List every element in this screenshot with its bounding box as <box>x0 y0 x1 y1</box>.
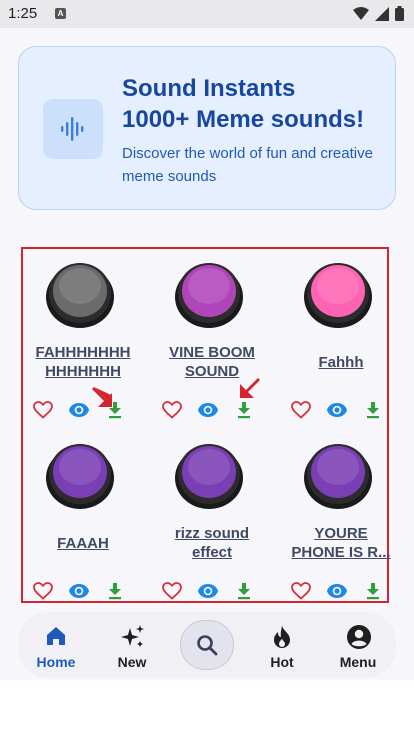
sound-actions <box>152 580 272 602</box>
nav-new[interactable]: New <box>102 620 162 674</box>
annotation-arrow-icon <box>92 387 112 407</box>
banner-title-line1: Sound Instants <box>122 75 296 102</box>
sim-icon: A <box>55 8 66 19</box>
download-icon <box>238 583 250 600</box>
sound-play-button[interactable] <box>303 440 373 510</box>
fire-icon <box>274 625 290 648</box>
eye-icon <box>198 403 218 417</box>
download-button[interactable] <box>233 580 255 602</box>
sound-label[interactable]: rizz sound effect <box>152 524 272 562</box>
nav-menu[interactable]: Menu <box>328 620 388 674</box>
sound-actions <box>281 580 401 602</box>
nav-new-label: New <box>117 654 147 670</box>
eye-icon <box>198 584 218 598</box>
sound-label[interactable]: YOURE PHONE IS R... <box>281 524 401 562</box>
sound-card: YOURE PHONE IS R... <box>281 430 401 606</box>
download-button[interactable] <box>362 580 384 602</box>
sound-card: Fahhh <box>281 249 401 425</box>
favorite-button[interactable] <box>290 580 312 602</box>
eye-icon <box>69 403 89 417</box>
eye-icon <box>327 403 347 417</box>
nav-menu-label: Menu <box>339 654 377 670</box>
sound-play-button[interactable] <box>174 440 244 510</box>
banner-subtitle: Discover the world of fun and creative m… <box>122 145 373 185</box>
sound-card: rizz sound effect <box>152 430 272 606</box>
favorite-button[interactable] <box>290 399 312 421</box>
view-button[interactable] <box>326 399 348 421</box>
favorite-button[interactable] <box>32 580 54 602</box>
sound-label[interactable]: FAHHHHHHH HHHHHHH <box>23 343 143 381</box>
search-button[interactable] <box>180 620 234 670</box>
download-icon <box>109 583 121 600</box>
sound-actions <box>23 399 143 421</box>
view-button[interactable] <box>68 580 90 602</box>
nav-home[interactable]: Home <box>26 620 86 674</box>
battery-icon <box>395 6 404 21</box>
download-icon <box>367 583 379 600</box>
sound-label[interactable]: FAAAH <box>23 534 143 553</box>
signal-icon <box>375 6 389 21</box>
view-button[interactable] <box>326 580 348 602</box>
banner-title-line2: 1000+ Meme sounds! <box>122 106 365 133</box>
view-button[interactable] <box>197 399 219 421</box>
sound-play-button[interactable] <box>45 259 115 329</box>
sound-grid: FAHHHHHHH HHHHHHH VINE BOOM SOUND Fahhh … <box>21 247 391 606</box>
heart-icon <box>162 401 182 419</box>
account-icon <box>347 625 371 649</box>
download-icon <box>367 402 379 419</box>
heart-icon <box>33 582 53 600</box>
sound-actions <box>281 399 401 421</box>
sound-play-button[interactable] <box>45 440 115 510</box>
sound-label[interactable]: Fahhh <box>281 353 401 372</box>
promo-banner: Sound Instants 1000+ Meme sounds! Discov… <box>18 46 396 210</box>
eye-icon <box>327 584 347 598</box>
sound-actions <box>152 399 272 421</box>
search-icon <box>197 635 218 656</box>
nav-home-label: Home <box>36 654 76 670</box>
status-time: 1:25 <box>8 5 38 22</box>
download-button[interactable] <box>362 399 384 421</box>
annotation-arrow-icon <box>240 378 260 398</box>
bottom-navigation: Home New Hot Menu <box>18 612 396 678</box>
favorite-button[interactable] <box>161 399 183 421</box>
sound-actions <box>23 580 143 602</box>
heart-icon <box>291 401 311 419</box>
nav-hot-label: Hot <box>270 654 294 670</box>
favorite-button[interactable] <box>32 399 54 421</box>
banner-title: Sound Instants 1000+ Meme sounds! <box>122 73 364 135</box>
sparkle-icon <box>121 625 144 647</box>
status-bar: 1:25 A <box>0 0 414 28</box>
download-button[interactable] <box>104 580 126 602</box>
heart-icon <box>33 401 53 419</box>
sound-play-button[interactable] <box>174 259 244 329</box>
heart-icon <box>162 582 182 600</box>
heart-icon <box>291 582 311 600</box>
view-button[interactable] <box>197 580 219 602</box>
sound-play-button[interactable] <box>303 259 373 329</box>
eye-icon <box>69 584 89 598</box>
sound-card: FAHHHHHHH HHHHHHH <box>23 249 143 425</box>
sound-card: FAAAH <box>23 430 143 606</box>
favorite-button[interactable] <box>161 580 183 602</box>
download-button[interactable] <box>233 399 255 421</box>
download-icon <box>238 402 250 419</box>
system-icons <box>353 6 404 21</box>
home-icon <box>47 627 65 645</box>
nav-hot[interactable]: Hot <box>252 620 312 674</box>
app-screen: 1:25 A Sound Instants 1000+ Meme sounds! <box>0 0 414 680</box>
view-button[interactable] <box>68 399 90 421</box>
sound-wave-icon <box>43 99 103 159</box>
wifi-icon <box>353 6 369 20</box>
